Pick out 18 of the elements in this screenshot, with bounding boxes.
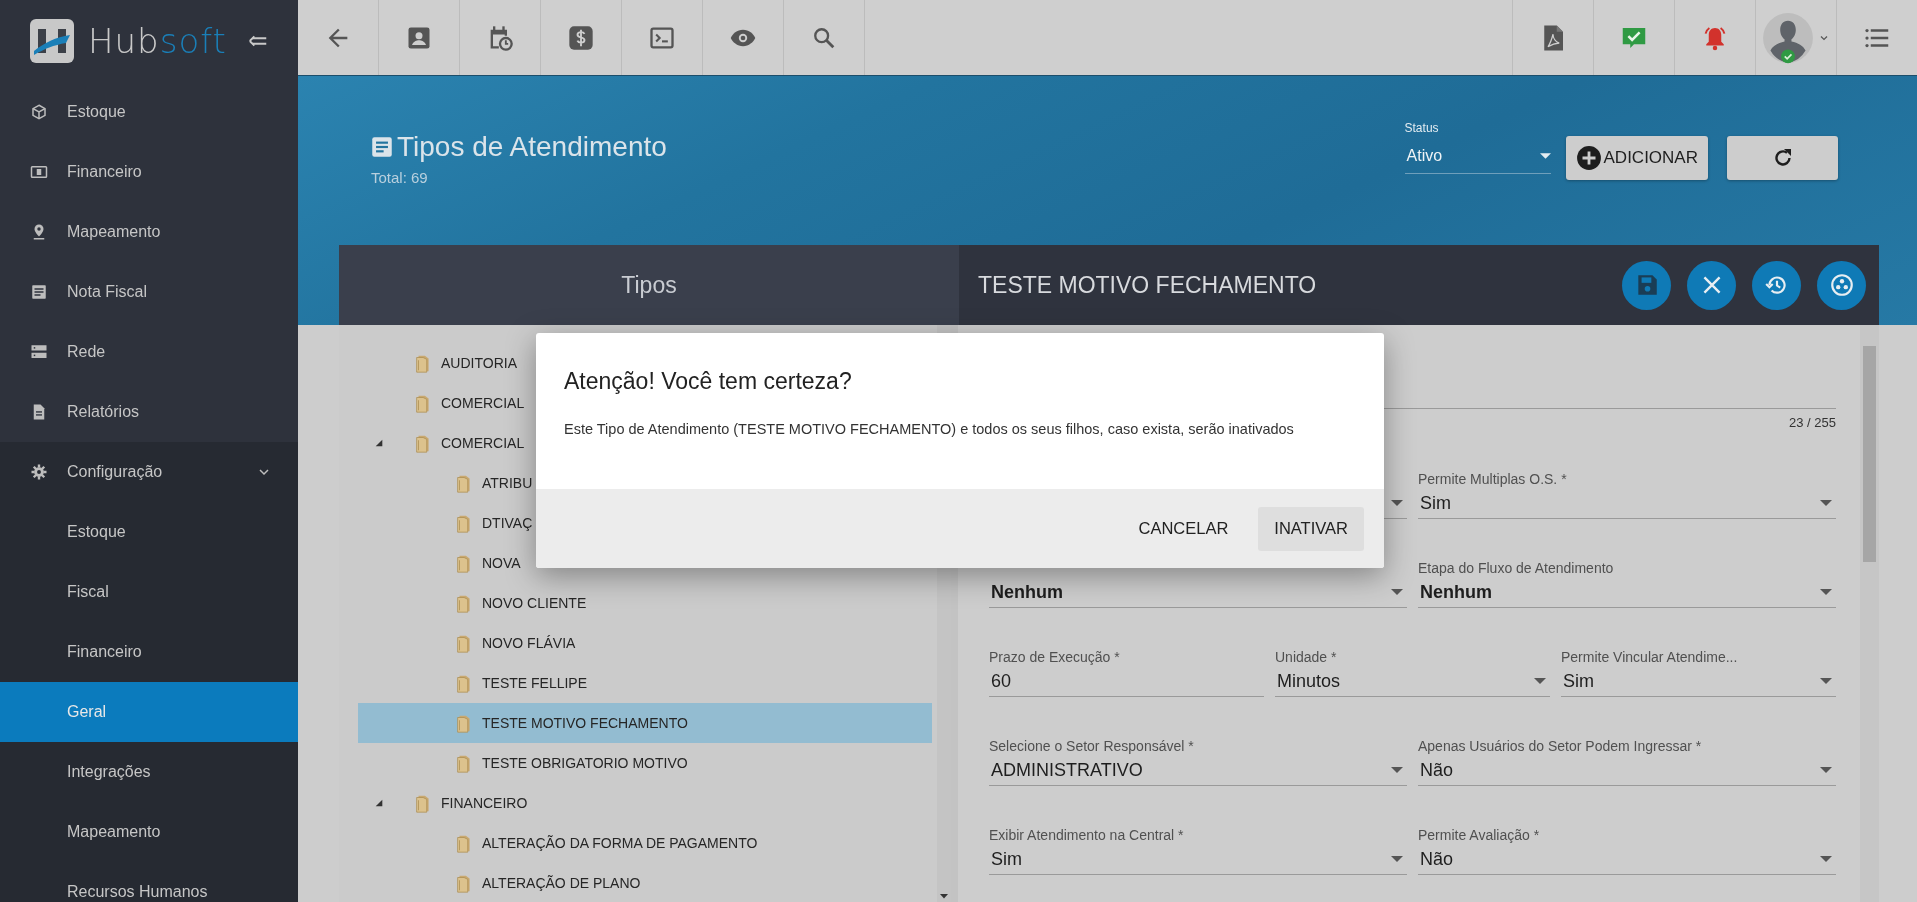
field-label: Status [1404,121,1440,137]
field-label: Permite Multiplas O.S. * [1418,470,1568,488]
field-label: Etapa do Fluxo de Atendimento [1418,559,1615,577]
dialog-message: Este Tipo de Atendimento (TESTE MOTIVO FECHAMENTO) e todos os seus filhos, caso exista, serão inativados [563,420,1295,439]
char-counter: 23 / 255 [1789,415,1836,430]
field-label: Exibir Atendimento na Central * [989,826,1185,844]
logo-text: Hubsoft [88,21,227,61]
field-label: Permite Vincular Atendime... [1561,648,1739,666]
field-label: Selecione o Setor Responsável * [989,737,1195,755]
field-label: Apenas Usuários do Setor Podem Ingressar * [1418,737,1703,755]
record-title: TESTE MOTIVO FECHAMENTO [978,271,1317,299]
field-label: Unidade * [1275,648,1338,666]
field-label: Permite Avaliação * [1418,826,1541,844]
field-label: Prazo de Execução * [989,648,1121,666]
page-title: Tipos de Atendimento [397,131,667,163]
panel-title: Tipos [621,271,677,299]
dialog-title: Atenção! Você tem certeza? [563,367,853,395]
total-count: Total: 69 [370,169,429,186]
